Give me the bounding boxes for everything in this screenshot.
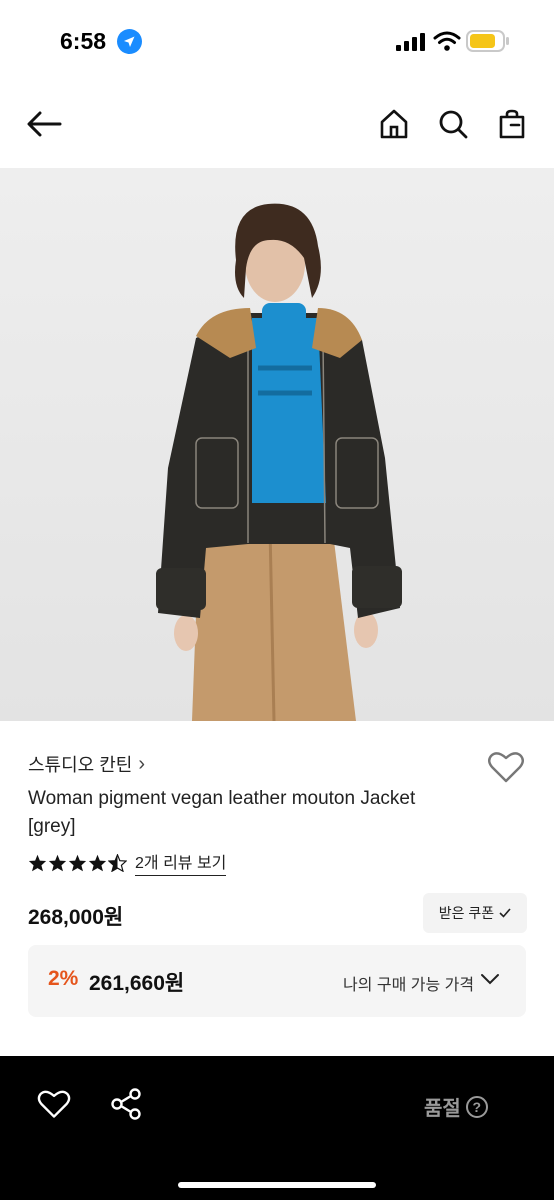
heart-outline-icon <box>488 752 524 783</box>
star-icon <box>68 854 87 871</box>
soldout-label: 품절 <box>424 1098 461 1120</box>
bottom-action-bar: 품절 ? <box>0 1056 554 1200</box>
my-price-label: 나의 구매 가능 가격 <box>343 977 475 994</box>
wishlist-button[interactable] <box>486 747 526 787</box>
heart-outline-icon <box>37 1090 71 1118</box>
product-image[interactable] <box>0 168 554 721</box>
soldout-status: 품절 ? <box>424 1092 488 1121</box>
home-indicator <box>178 1182 376 1188</box>
chevron-down-icon <box>481 974 499 985</box>
share-button[interactable] <box>108 1086 144 1122</box>
product-photo <box>0 168 554 721</box>
battery-icon <box>466 30 509 52</box>
brand-link[interactable]: 스튜디오 칸틴 › <box>28 751 145 777</box>
home-button[interactable] <box>374 104 414 144</box>
cart-button[interactable] <box>492 104 532 144</box>
star-icon <box>48 854 67 871</box>
product-price: 268,000원 <box>28 906 124 929</box>
status-bar: 6:58 <box>0 0 554 84</box>
search-button[interactable] <box>433 104 473 144</box>
review-link[interactable]: 2개 리뷰 보기 <box>135 849 227 876</box>
rating-stars <box>28 853 127 872</box>
top-navigation <box>0 96 554 156</box>
star-icon <box>28 854 47 871</box>
brand-name: 스튜디오 칸틴 <box>28 755 133 775</box>
search-icon <box>439 110 468 139</box>
product-title: Woman pigment vegan leather mouton Jacke… <box>28 788 416 837</box>
discounted-price: 261,660원 <box>89 972 185 995</box>
chevron-right-icon: › <box>138 752 146 775</box>
bottom-wishlist-button[interactable] <box>36 1086 72 1122</box>
status-time: 6:58 <box>60 28 107 54</box>
share-icon <box>111 1088 141 1120</box>
help-icon[interactable]: ? <box>465 1095 488 1118</box>
location-arrow-icon <box>117 29 142 54</box>
rating-row: 2개 리뷰 보기 <box>28 849 227 876</box>
coupon-label: 받은 쿠폰 <box>438 905 495 921</box>
shopping-bag-icon <box>499 109 525 139</box>
back-button[interactable] <box>24 104 64 144</box>
home-icon <box>380 109 408 139</box>
check-icon <box>499 908 511 918</box>
my-price-dropdown[interactable]: 2% 261,660원 나의 구매 가능 가격 <box>28 945 526 1017</box>
discount-percent: 2% <box>48 967 79 990</box>
arrow-left-icon <box>27 111 62 137</box>
coupon-button[interactable]: 받은 쿠폰 <box>423 893 527 933</box>
star-icon <box>88 854 107 871</box>
wifi-icon <box>433 31 461 51</box>
cellular-signal-icon <box>396 33 425 51</box>
half-star-icon <box>108 853 127 872</box>
